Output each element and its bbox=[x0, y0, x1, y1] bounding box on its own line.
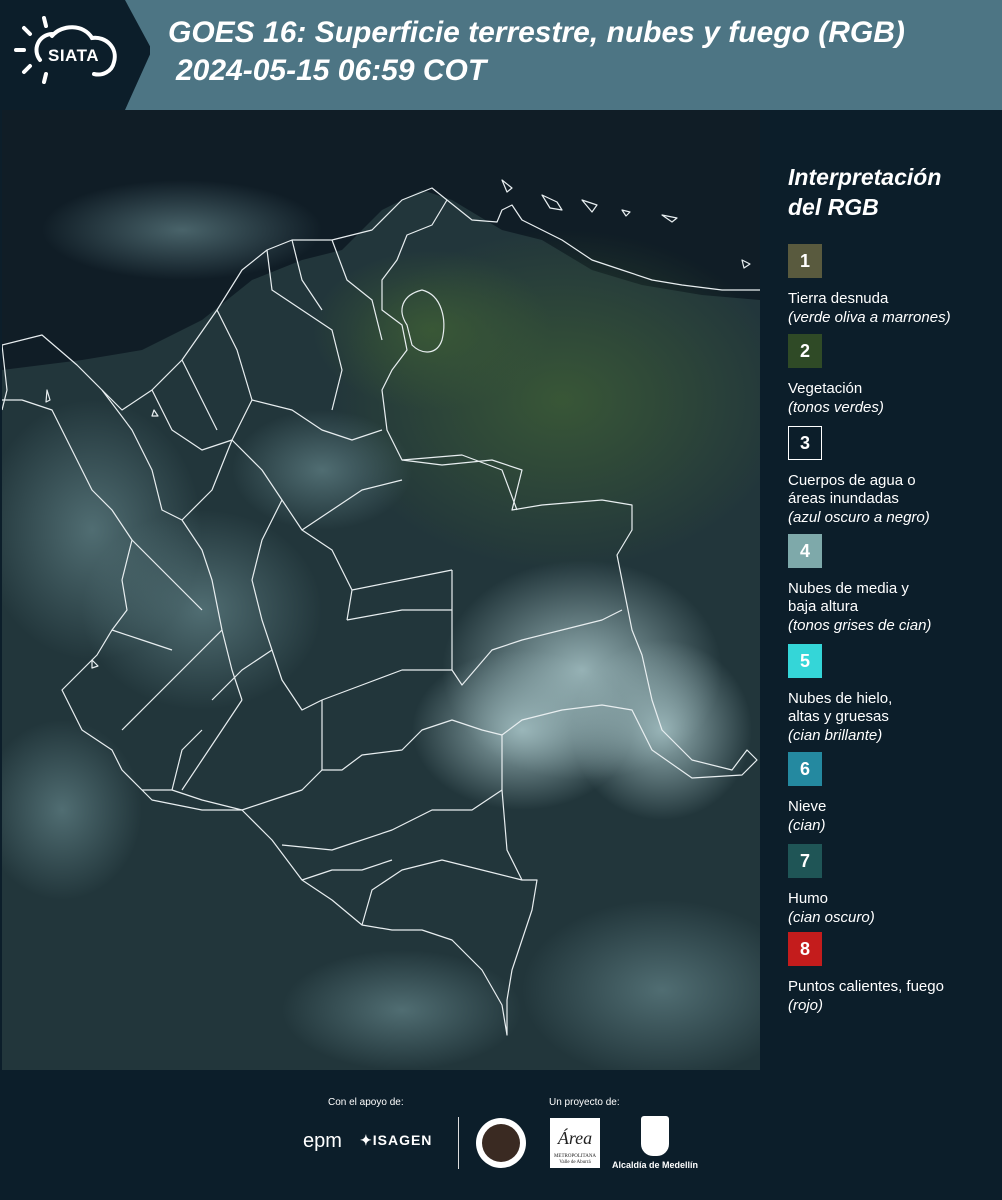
logo-text: SIATA bbox=[48, 46, 99, 65]
legend-item-fire: 8 Puntos calientes, fuego (rojo) bbox=[788, 932, 998, 1015]
legend-swatch: 5 bbox=[788, 644, 822, 678]
legend-swatch: 2 bbox=[788, 334, 822, 368]
legend-label-line1: Cuerpos de agua o bbox=[788, 472, 916, 489]
page-title: GOES 16: Superficie terrestre, nubes y f… bbox=[168, 16, 905, 49]
legend-desc: (cian oscuro) bbox=[788, 909, 875, 926]
legend-label: Nubes de media y baja altura bbox=[788, 580, 998, 616]
page-timestamp: 2024-05-15 06:59 COT bbox=[176, 54, 487, 87]
seal-inner bbox=[482, 1124, 520, 1162]
area-metropolitana-logo: Área METROPOLITANA Valle de Aburrá bbox=[550, 1118, 600, 1168]
legend-label: Vegetación bbox=[788, 380, 863, 397]
legend-title-line2: del RGB bbox=[788, 194, 879, 220]
legend-item-vegetation: 2 Vegetación (tonos verdes) bbox=[788, 334, 998, 417]
legend-desc: (azul oscuro a negro) bbox=[788, 509, 930, 526]
support-label: Con el apoyo de: bbox=[328, 1097, 404, 1108]
area-logo-text: Área bbox=[557, 1128, 593, 1148]
legend-swatch: 4 bbox=[788, 534, 822, 568]
isagen-logo: ✦ISAGEN bbox=[360, 1132, 432, 1149]
map-frame-edge bbox=[760, 110, 774, 1070]
siata-logo: SIATA bbox=[0, 0, 150, 110]
legend-desc: (tonos grises de cian) bbox=[788, 617, 932, 634]
legend-label: Cuerpos de agua o áreas inundadas bbox=[788, 472, 998, 508]
legend-label-line1: Nubes de media y bbox=[788, 580, 909, 597]
legend-desc: (rojo) bbox=[788, 997, 824, 1014]
footer-divider bbox=[458, 1117, 459, 1169]
legend-label: Nieve bbox=[788, 798, 827, 815]
epm-logo: epm bbox=[303, 1130, 342, 1152]
satellite-map bbox=[2, 110, 760, 1070]
legend-swatch: 1 bbox=[788, 244, 822, 278]
legend-item-snow: 6 Nieve (cian) bbox=[788, 752, 998, 835]
legend-item-low-clouds: 4 Nubes de media y baja altura (tonos gr… bbox=[788, 534, 998, 635]
legend-label-line1: Nubes de hielo, bbox=[788, 690, 893, 707]
alcaldia-logo-text: Alcaldía de Medellín bbox=[612, 1160, 699, 1170]
legend-panel: Interpretación del RGB 1 Tierra desnuda … bbox=[774, 110, 1002, 1070]
legend-item-bare-soil: 1 Tierra desnuda (verde oliva a marrones… bbox=[788, 244, 998, 327]
legend-desc: (tonos verdes) bbox=[788, 399, 884, 416]
header-bar: SIATA GOES 16: Superficie terrestre, nub… bbox=[0, 0, 1002, 110]
legend-title-line1: Interpretación bbox=[788, 164, 942, 190]
legend-label-line2: baja altura bbox=[788, 598, 859, 615]
legend-swatch: 8 bbox=[788, 932, 822, 966]
legend-label: Tierra desnuda bbox=[788, 290, 889, 307]
area-logo-subtext: METROPOLITANA Valle de Aburrá bbox=[553, 1154, 597, 1165]
legend-label: Puntos calientes, fuego bbox=[788, 978, 944, 995]
legend-item-smoke: 7 Humo (cian oscuro) bbox=[788, 844, 998, 927]
legend-swatch: 6 bbox=[788, 752, 822, 786]
legend-label-line2: áreas inundadas bbox=[788, 490, 899, 507]
legend-label: Nubes de hielo, altas y gruesas bbox=[788, 690, 998, 726]
legend-item-ice-clouds: 5 Nubes de hielo, altas y gruesas (cian … bbox=[788, 644, 998, 745]
legend-swatch: 3 bbox=[788, 426, 822, 460]
legend-title: Interpretación del RGB bbox=[788, 162, 941, 222]
isagen-mark-icon: ✦ bbox=[360, 1132, 373, 1148]
legend-desc: (cian brillante) bbox=[788, 727, 883, 744]
legend-desc: (verde oliva a marrones) bbox=[788, 309, 951, 326]
university-seal-logo bbox=[476, 1118, 526, 1168]
legend-desc: (cian) bbox=[788, 817, 826, 834]
footer: Con el apoyo de: Un proyecto de: epm ✦IS… bbox=[0, 1070, 1002, 1200]
isagen-text: ISAGEN bbox=[372, 1132, 433, 1148]
project-label: Un proyecto de: bbox=[549, 1097, 620, 1108]
legend-label: Humo bbox=[788, 890, 829, 907]
alcaldia-shield-icon bbox=[641, 1116, 669, 1156]
legend-item-water: 3 Cuerpos de agua o áreas inundadas (azu… bbox=[788, 426, 998, 527]
legend-label-line2: altas y gruesas bbox=[788, 708, 889, 725]
legend-swatch: 7 bbox=[788, 844, 822, 878]
